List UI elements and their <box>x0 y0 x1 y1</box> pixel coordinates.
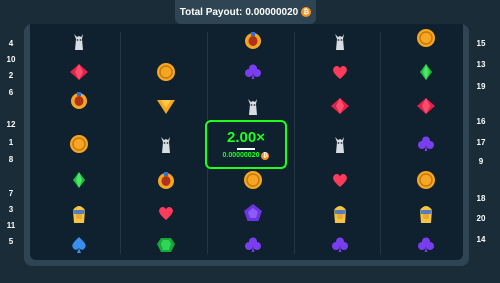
payline-number-right: 18 <box>476 194 486 203</box>
coin-symbol-icon <box>151 57 181 87</box>
scarab-symbol-icon <box>238 25 268 55</box>
payline-number-left: 7 <box>8 189 14 198</box>
reel-column <box>36 24 122 260</box>
payline-number-left: 3 <box>8 205 14 214</box>
payline-number-left: 1 <box>8 138 14 147</box>
clover-symbol-icon <box>325 230 355 260</box>
win-amount-row: 0.00000020 ₿ <box>222 151 270 160</box>
win-multiplier: 2.00× <box>227 128 265 146</box>
cat-symbol-icon <box>325 129 355 159</box>
win-display: 2.00× 0.00000020 ₿ <box>205 120 287 169</box>
reel-column <box>123 24 209 260</box>
pharaoh-symbol-icon <box>411 198 441 228</box>
payline-number-right: 14 <box>476 235 486 244</box>
pharaoh-symbol-icon <box>325 198 355 228</box>
scarab-symbol-icon <box>151 165 181 195</box>
bitcoin-coin-icon: ₿ <box>261 151 270 160</box>
payline-number-left: 2 <box>8 71 14 80</box>
cat-symbol-icon <box>151 129 181 159</box>
payline-number-left: 8 <box>8 155 14 164</box>
bitcoin-coin-icon: ₿ <box>301 7 312 17</box>
payline-number-right: 13 <box>476 60 486 69</box>
reel-divider <box>120 32 121 254</box>
total-payout-tab: Total Payout: 0.00000020 ₿ <box>175 0 316 24</box>
coin-symbol-icon <box>411 23 441 53</box>
payline-number-left: 4 <box>8 39 14 48</box>
payline-number-right: 19 <box>476 82 486 91</box>
payline-number-left: 10 <box>6 55 16 64</box>
coin-symbol-icon <box>238 165 268 195</box>
cat-symbol-icon <box>64 26 94 56</box>
gem-red-symbol-icon <box>411 91 441 121</box>
payline-number-left: 6 <box>8 88 14 97</box>
total-payout-value: 0.00000020 <box>245 6 299 18</box>
payline-number-right: 15 <box>476 39 486 48</box>
scarab-symbol-icon <box>64 85 94 115</box>
reel-divider <box>294 32 295 254</box>
payline-number-right: 20 <box>476 214 486 223</box>
clover-symbol-icon <box>411 230 441 260</box>
reel-column <box>297 24 383 260</box>
gem-green-symbol-icon <box>411 57 441 87</box>
coin-symbol-icon <box>411 165 441 195</box>
heart-symbol-icon <box>151 198 181 228</box>
pentagon-symbol-icon <box>238 198 268 228</box>
payline-number-left: 5 <box>8 237 14 246</box>
triangle-symbol-icon <box>151 91 181 121</box>
payline-number-right: 16 <box>476 117 486 126</box>
clover-symbol-icon <box>238 230 268 260</box>
clover-symbol-icon <box>411 129 441 159</box>
cat-symbol-icon <box>238 91 268 121</box>
gem-green-symbol-icon <box>64 165 94 195</box>
payline-number-left: 12 <box>6 120 16 129</box>
heart-symbol-icon <box>325 165 355 195</box>
payline-number-right: 9 <box>478 157 484 166</box>
reel-column <box>383 24 469 260</box>
total-payout-label: Total Payout: <box>179 6 243 18</box>
gem-emerald-symbol-icon <box>151 230 181 260</box>
cat-symbol-icon <box>325 26 355 56</box>
coin-symbol-icon <box>64 129 94 159</box>
pharaoh-symbol-icon <box>64 198 94 228</box>
payline-number-right: 17 <box>476 138 486 147</box>
gem-red-symbol-icon <box>325 91 355 121</box>
gem-red-symbol-icon <box>64 57 94 87</box>
win-divider <box>237 147 255 150</box>
heart-symbol-icon <box>325 57 355 87</box>
payline-number-left: 11 <box>6 221 16 230</box>
win-amount: 0.00000020 <box>222 152 260 159</box>
clover-symbol-icon <box>238 57 268 87</box>
reel-divider <box>380 32 381 254</box>
spade-blue-symbol-icon <box>64 230 94 260</box>
